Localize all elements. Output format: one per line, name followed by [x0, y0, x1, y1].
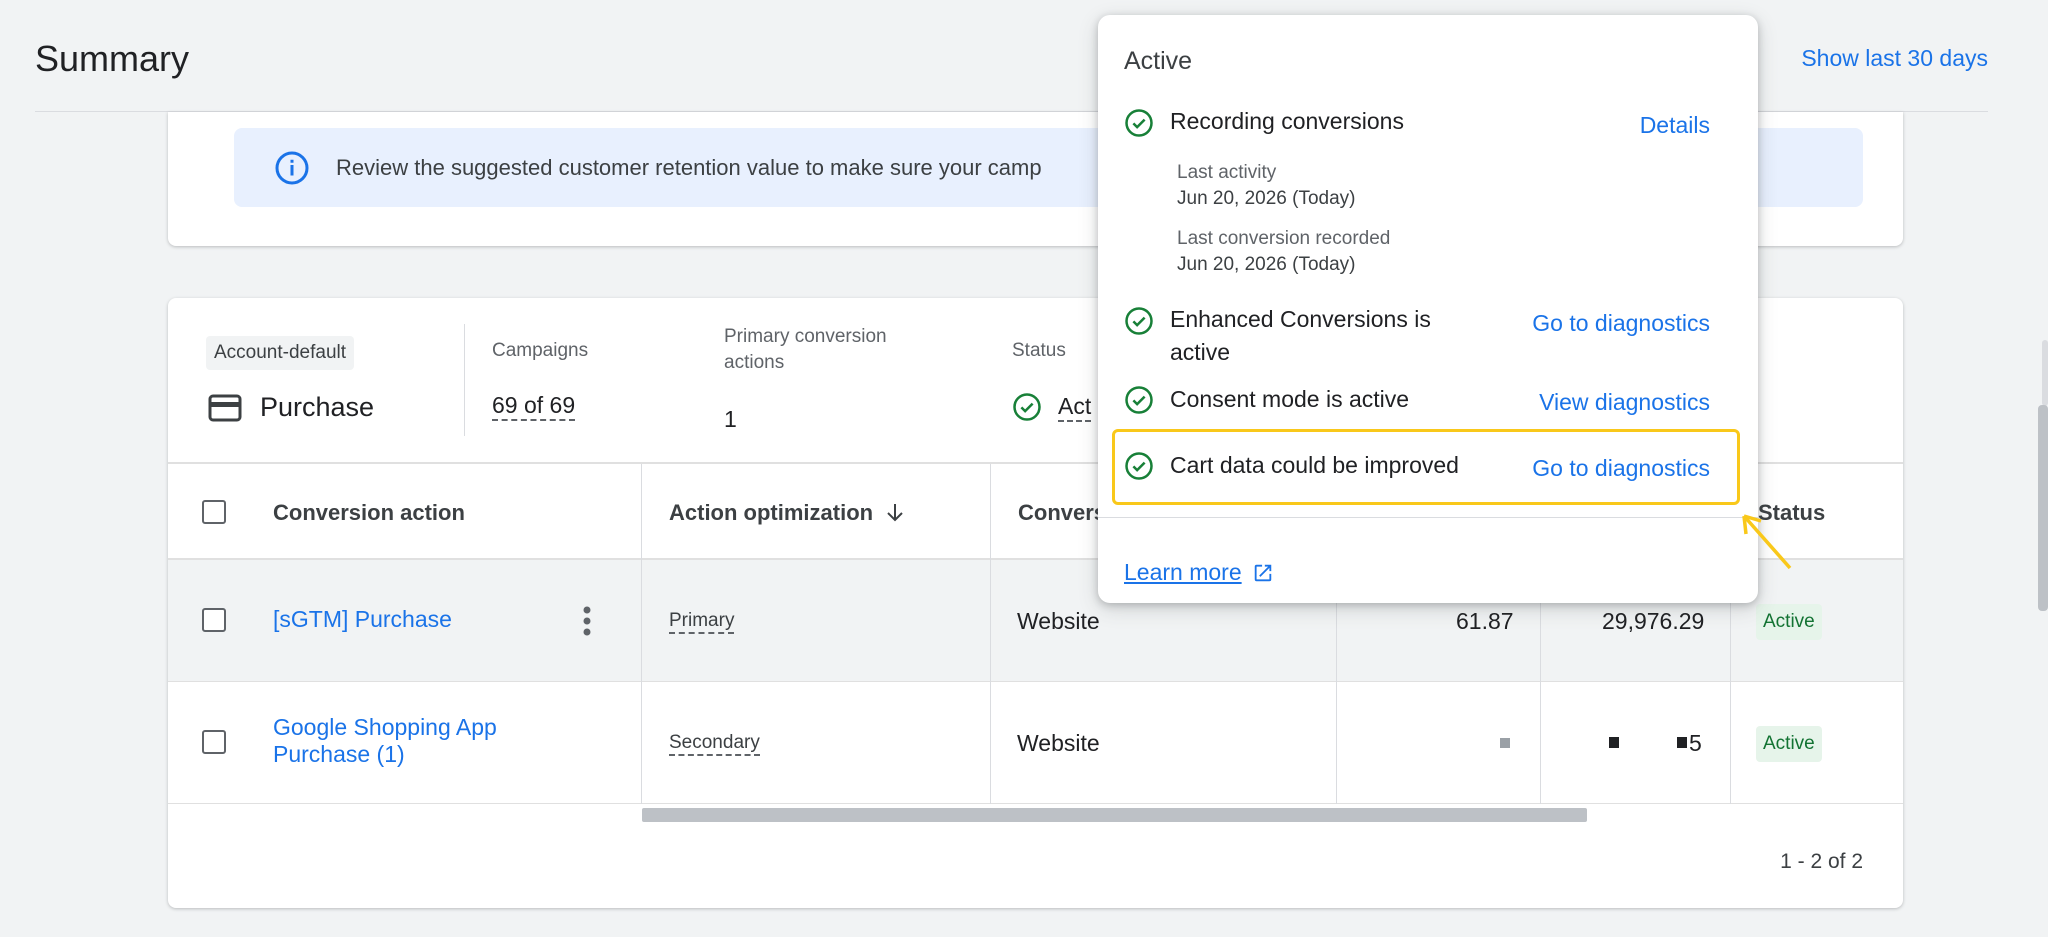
metric-value: 29,976.29 [1602, 608, 1705, 634]
conversion-source-value: Website [1017, 730, 1100, 756]
kebab-menu-icon[interactable] [583, 606, 591, 636]
learn-more-link[interactable]: Learn more [1124, 559, 1274, 586]
recording-conversions-label: Recording conversions [1170, 108, 1404, 134]
status-value-text: Act [1058, 393, 1092, 422]
annotation-arrow-icon [1742, 514, 1792, 570]
status-badge: Active [1756, 604, 1822, 640]
metric-value-partial: 5 [1689, 730, 1702, 756]
header-conversion-action[interactable]: Conversion action [273, 500, 465, 526]
account-default-badge: Account-default [206, 336, 355, 370]
optimization-text: Primary [669, 610, 735, 634]
check-circle-icon [1125, 452, 1153, 480]
status-label: Status [1012, 340, 1066, 361]
campaigns-label: Campaigns [492, 340, 589, 361]
goal-name-wrap: Purchase [208, 392, 374, 423]
enhanced-conversions-label-line1: Enhanced Conversions is [1170, 306, 1431, 332]
campaigns-value-text: 69 of 69 [492, 392, 576, 421]
row-checkbox[interactable] [202, 608, 226, 632]
last-activity-label: Last activity [1177, 162, 1277, 183]
column-divider [641, 464, 642, 804]
page-scrollbar-thumb[interactable] [2038, 405, 2048, 611]
status-popover: Active Recording conversions Details Las… [1098, 15, 1758, 603]
view-diagnostics-link[interactable]: View diagnostics [1539, 389, 1710, 416]
conversion-action-link-line2: Purchase (1) [273, 741, 405, 767]
pagination-label: 1 - 2 of 2 [1780, 850, 1863, 873]
details-link[interactable]: Details [1640, 112, 1710, 139]
metric-value: 61.87 [1456, 608, 1514, 634]
learn-more-text: Learn more [1124, 559, 1242, 585]
consent-mode-label: Consent mode is active [1170, 386, 1410, 412]
check-circle-icon [1013, 393, 1041, 421]
enhanced-conversions-label: Enhanced Conversions is active [1170, 303, 1431, 369]
status-badge: Active [1756, 726, 1822, 762]
header-action-optimization[interactable]: Action optimization [669, 500, 905, 526]
cart-data-label: Cart data could be improved [1170, 452, 1459, 478]
page-scrollbar-track [2042, 340, 2048, 406]
info-icon [275, 151, 309, 184]
select-all-checkbox[interactable] [202, 500, 226, 524]
redacted-value [1609, 737, 1619, 748]
check-circle-icon [1125, 307, 1153, 335]
enhanced-conversions-label-line2: active [1170, 339, 1231, 365]
check-circle-icon [1125, 109, 1153, 137]
primary-actions-label-1: Primary conversion [724, 326, 887, 347]
column-divider [990, 464, 991, 804]
header-action-optimization-label: Action optimization [669, 500, 874, 525]
go-to-diagnostics-link[interactable]: Go to diagnostics [1532, 310, 1710, 337]
campaigns-value[interactable]: 69 of 69 [492, 392, 576, 421]
redacted-value [1677, 737, 1687, 748]
optimization-value[interactable]: Secondary [669, 732, 760, 756]
conversion-action-link-line1: Google Shopping App [273, 714, 497, 740]
popover-divider [1098, 517, 1758, 518]
go-to-diagnostics-link[interactable]: Go to diagnostics [1532, 455, 1710, 482]
header-conversion-source[interactable]: Convers [1018, 500, 1106, 526]
conversion-action-link[interactable]: Google Shopping App Purchase (1) [273, 714, 497, 768]
arrow-down-icon [887, 504, 903, 522]
optimization-value[interactable]: Primary [669, 610, 735, 634]
primary-actions-value: 1 [724, 406, 737, 432]
banner-text: Review the suggested customer retention … [336, 154, 1042, 180]
row-checkbox[interactable] [202, 730, 226, 754]
credit-card-icon [208, 394, 242, 421]
table-horizontal-scrollbar[interactable] [642, 808, 1587, 822]
last-conversion-value: Jun 20, 2026 (Today) [1177, 254, 1356, 275]
table-row: Google Shopping App Purchase (1) Seconda… [168, 682, 1903, 804]
goal-name: Purchase [260, 392, 375, 422]
optimization-text: Secondary [669, 732, 760, 756]
external-link-icon [1254, 564, 1271, 581]
last-activity-value: Jun 20, 2026 (Today) [1177, 188, 1356, 209]
redacted-value [1500, 738, 1510, 748]
last-conversion-label: Last conversion recorded [1177, 228, 1391, 249]
primary-actions-label-2: actions [724, 352, 785, 373]
popover-title: Active [1124, 47, 1193, 75]
status-value[interactable]: Act [1058, 393, 1092, 422]
conversion-source-value: Website [1017, 608, 1100, 634]
check-circle-icon [1125, 386, 1153, 414]
page-title: Summary [35, 38, 190, 79]
conversion-action-link[interactable]: [sGTM] Purchase [273, 606, 452, 633]
summary-divider [464, 324, 465, 436]
show-last-30-days-link[interactable]: Show last 30 days [1801, 45, 1988, 72]
